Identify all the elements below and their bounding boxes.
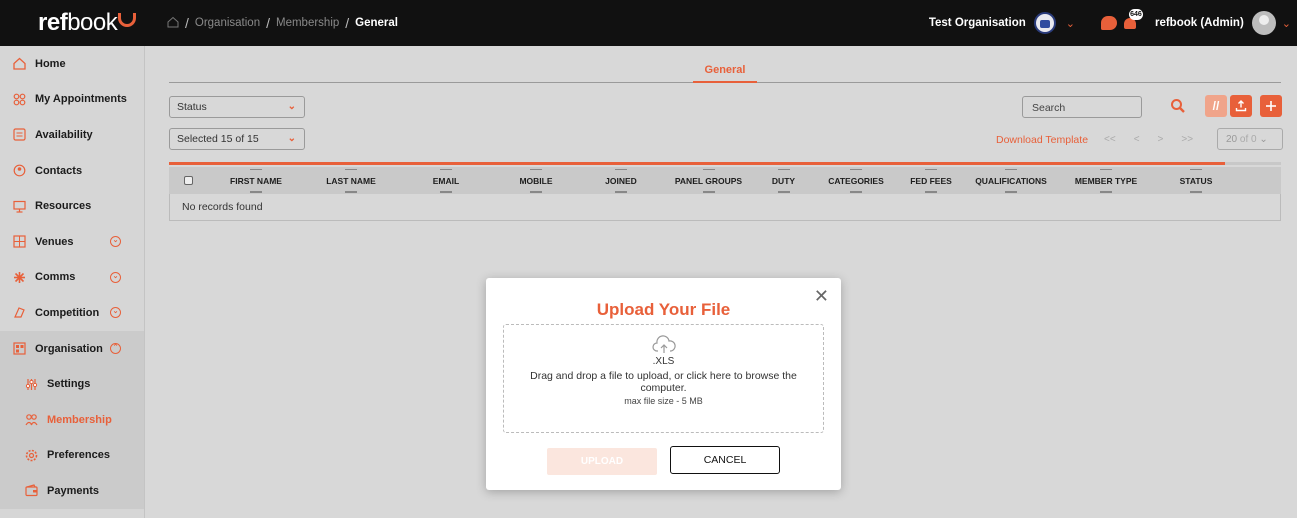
- first-page-icon[interactable]: <<: [1104, 134, 1116, 145]
- logo-swoosh-icon: [118, 13, 137, 27]
- chevron-down-icon: ⌄: [287, 133, 296, 144]
- pagination: << < > >>: [1104, 134, 1193, 145]
- chevron-down-icon: ⌄: [287, 101, 296, 112]
- loading-progress-bar: [169, 162, 1281, 165]
- preferences-icon: [24, 448, 38, 462]
- next-page-icon[interactable]: >: [1158, 134, 1164, 145]
- sidebar: Home My Appointments Availability Contac…: [0, 46, 145, 518]
- column-header-categories[interactable]: CATEGORIES: [811, 168, 901, 193]
- search-icon[interactable]: [1170, 98, 1186, 114]
- sidebar-item-payments[interactable]: Payments: [0, 473, 144, 509]
- clear-filters-button[interactable]: //: [1205, 95, 1227, 117]
- accepted-file-type: .XLS: [652, 356, 675, 367]
- refbook-logo[interactable]: ref book: [0, 0, 145, 46]
- notification-count-badge: 646: [1128, 9, 1143, 20]
- contacts-icon: [12, 164, 26, 178]
- plus-icon: [1266, 101, 1276, 111]
- competition-expand-icon[interactable]: ⌄: [110, 307, 121, 319]
- upload-submit-button[interactable]: UPLOAD: [547, 448, 657, 475]
- sidebar-item-comms[interactable]: Comms ⌄: [0, 260, 144, 296]
- status-filter-select[interactable]: Status ⌄: [169, 96, 305, 118]
- settings-icon: [24, 377, 38, 391]
- sidebar-item-organisation[interactable]: Organisation ⌃: [0, 331, 144, 367]
- column-header-status[interactable]: STATUS: [1151, 168, 1241, 193]
- max-file-size: max file size - 5 MB: [624, 396, 703, 406]
- cloud-upload-icon: [651, 335, 676, 353]
- availability-icon: [12, 128, 26, 142]
- upload-button[interactable]: [1230, 95, 1252, 117]
- avatar[interactable]: [1251, 11, 1276, 35]
- comms-icon: [12, 270, 26, 284]
- resources-icon: [12, 199, 26, 213]
- sidebar-item-my-appointments[interactable]: My Appointments: [0, 82, 144, 118]
- breadcrumb-organisation[interactable]: Organisation: [195, 17, 260, 29]
- sidebar-item-resources[interactable]: Resources: [0, 188, 144, 224]
- membership-icon: [24, 413, 38, 427]
- organisation-name[interactable]: Test Organisation: [929, 17, 1026, 29]
- appointments-icon: [12, 92, 26, 106]
- comms-expand-icon[interactable]: ⌄: [110, 271, 121, 283]
- column-header-mobile[interactable]: MOBILE: [491, 168, 581, 193]
- file-dropzone[interactable]: .XLS Drag and drop a file to upload, or …: [503, 324, 824, 433]
- home-icon: [12, 57, 26, 71]
- sidebar-item-competition[interactable]: Competition ⌄: [0, 295, 144, 331]
- download-template-link[interactable]: Download Template: [996, 134, 1088, 146]
- column-header-email[interactable]: EMAIL: [401, 168, 491, 193]
- org-chevron-down-icon[interactable]: ⌄: [1066, 17, 1075, 30]
- venues-icon: [12, 235, 26, 249]
- column-header-qualifications[interactable]: QUALIFICATIONS: [961, 168, 1061, 193]
- prev-page-icon[interactable]: <: [1134, 134, 1140, 145]
- column-header-last-name[interactable]: LAST NAME: [301, 168, 401, 193]
- tab-general[interactable]: General: [692, 56, 758, 83]
- sidebar-item-settings[interactable]: Settings: [0, 366, 144, 402]
- competition-icon: [12, 306, 26, 320]
- column-header-member-type[interactable]: MEMBER TYPE: [1061, 168, 1151, 193]
- organisation-icon: [12, 342, 26, 356]
- sidebar-item-contacts[interactable]: Contacts: [0, 153, 144, 189]
- sidebar-item-home[interactable]: Home: [0, 46, 144, 82]
- breadcrumb-membership[interactable]: Membership: [276, 17, 339, 29]
- column-selector-select[interactable]: Selected 15 of 15 ⌄: [169, 128, 305, 150]
- sidebar-item-preferences[interactable]: Preferences: [0, 438, 144, 474]
- breadcrumb-current: General: [355, 17, 398, 29]
- column-header-fed-fees[interactable]: FED FEES: [901, 168, 961, 193]
- sidebar-item-availability[interactable]: Availability: [0, 117, 144, 153]
- column-header-first-name[interactable]: FIRST NAME: [211, 168, 301, 193]
- tab-bar: General: [169, 56, 1281, 83]
- empty-table-message: No records found: [169, 194, 1281, 221]
- chevron-down-icon: ⌄: [1259, 134, 1268, 145]
- top-bar: ref book / Organisation / Membership / Ge…: [0, 0, 1297, 46]
- sidebar-item-membership[interactable]: Membership: [0, 402, 144, 438]
- upload-file-dialog: ✕ Upload Your File .XLS Drag and drop a …: [486, 278, 841, 490]
- cancel-button[interactable]: CANCEL: [670, 446, 780, 474]
- add-button[interactable]: [1260, 95, 1282, 117]
- search-input[interactable]: Search: [1022, 96, 1142, 118]
- dialog-title: Upload Your File: [596, 300, 731, 319]
- sidebar-item-venues[interactable]: Venues ⌄: [0, 224, 144, 260]
- user-chevron-down-icon[interactable]: ⌄: [1282, 17, 1291, 30]
- upload-icon: [1235, 100, 1247, 112]
- chat-icon[interactable]: [1100, 16, 1117, 30]
- loading-progress-fill: [169, 162, 1226, 165]
- organisation-collapse-icon[interactable]: ⌃: [110, 343, 121, 355]
- last-page-icon[interactable]: >>: [1181, 134, 1193, 145]
- table-header: FIRST NAME LAST NAME EMAIL MOBILE JOINED…: [169, 167, 1281, 194]
- bell-icon[interactable]: 646: [1123, 9, 1143, 31]
- venues-expand-icon[interactable]: ⌄: [110, 236, 121, 248]
- home-breadcrumb-icon[interactable]: [167, 16, 179, 31]
- payments-icon: [24, 484, 38, 498]
- column-header-duty[interactable]: DUTY: [756, 168, 811, 193]
- page-size-select[interactable]: 20 of 0 ⌄: [1217, 128, 1283, 150]
- organisation-badge-icon[interactable]: [1033, 12, 1056, 34]
- column-header-joined[interactable]: JOINED: [581, 168, 661, 193]
- select-all-checkbox[interactable]: [184, 176, 193, 185]
- user-name[interactable]: refbook (Admin): [1155, 17, 1244, 29]
- column-header-panel-groups[interactable]: PANEL GROUPS: [661, 168, 756, 193]
- breadcrumb: / Organisation / Membership / General: [167, 15, 398, 31]
- dropzone-instructions: Drag and drop a file to upload, or click…: [530, 370, 797, 394]
